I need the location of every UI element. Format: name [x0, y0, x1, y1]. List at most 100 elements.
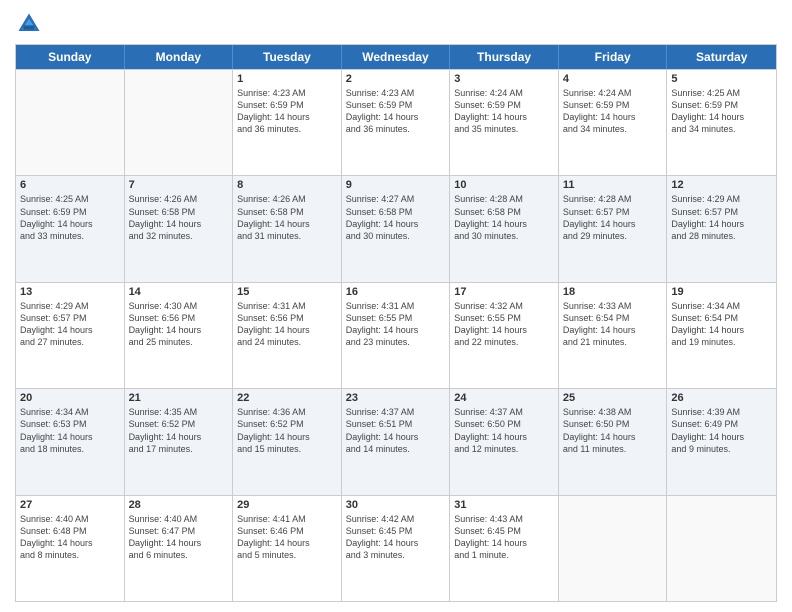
cell-info-7: Sunrise: 4:26 AM Sunset: 6:58 PM Dayligh… — [129, 193, 229, 242]
calendar: SundayMondayTuesdayWednesdayThursdayFrid… — [15, 44, 777, 602]
cell-info-13: Sunrise: 4:29 AM Sunset: 6:57 PM Dayligh… — [20, 300, 120, 349]
day-number-20: 20 — [20, 392, 120, 404]
day-cell-27: 27Sunrise: 4:40 AM Sunset: 6:48 PM Dayli… — [16, 496, 125, 601]
calendar-body: 1 Sunrise: 4:23 AM Sunset: 6:59 PM Daylig… — [16, 69, 776, 601]
cell-info-2: Sunrise: 4:23 AM Sunset: 6:59 PM Dayligh… — [346, 87, 446, 136]
cell-info-9: Sunrise: 4:27 AM Sunset: 6:58 PM Dayligh… — [346, 193, 446, 242]
calendar-row-1: 6 Sunrise: 4:25 AM Sunset: 6:59 PM Daylig… — [16, 175, 776, 281]
weekday-header-saturday: Saturday — [667, 45, 776, 69]
cell-info-18: Sunrise: 4:33 AM Sunset: 6:54 PM Dayligh… — [563, 300, 663, 349]
day-cell-3: 3 Sunrise: 4:24 AM Sunset: 6:59 PM Daylig… — [450, 70, 559, 175]
day-number-29: 29 — [237, 499, 337, 511]
cell-info-16: Sunrise: 4:31 AM Sunset: 6:55 PM Dayligh… — [346, 300, 446, 349]
day-cell-8: 8Sunrise: 4:26 AM Sunset: 6:58 PM Daylig… — [233, 176, 342, 281]
day-number-18: 18 — [563, 286, 663, 298]
day-cell-26: 26Sunrise: 4:39 AM Sunset: 6:49 PM Dayli… — [667, 389, 776, 494]
cell-info-14: Sunrise: 4:30 AM Sunset: 6:56 PM Dayligh… — [129, 300, 229, 349]
weekday-header-tuesday: Tuesday — [233, 45, 342, 69]
day-number-25: 25 — [563, 392, 663, 404]
cell-info-23: Sunrise: 4:37 AM Sunset: 6:51 PM Dayligh… — [346, 406, 446, 455]
day-cell-12: 12 Sunrise: 4:29 AM Sunset: 6:57 PM Dayli… — [667, 176, 776, 281]
cell-info-12: Sunrise: 4:29 AM Sunset: 6:57 PM Dayligh… — [671, 193, 772, 242]
day-cell-22: 22Sunrise: 4:36 AM Sunset: 6:52 PM Dayli… — [233, 389, 342, 494]
cell-info-24: Sunrise: 4:37 AM Sunset: 6:50 PM Dayligh… — [454, 406, 554, 455]
day-number-12: 12 — [671, 179, 772, 191]
day-number-21: 21 — [129, 392, 229, 404]
day-number-6: 6 — [20, 179, 120, 191]
calendar-row-4: 27Sunrise: 4:40 AM Sunset: 6:48 PM Dayli… — [16, 495, 776, 601]
day-cell-25: 25 Sunrise: 4:38 AM Sunset: 6:50 PM Dayli… — [559, 389, 668, 494]
cell-info-15: Sunrise: 4:31 AM Sunset: 6:56 PM Dayligh… — [237, 300, 337, 349]
weekday-header-sunday: Sunday — [16, 45, 125, 69]
cell-info-3: Sunrise: 4:24 AM Sunset: 6:59 PM Dayligh… — [454, 87, 554, 136]
cell-info-25: Sunrise: 4:38 AM Sunset: 6:50 PM Dayligh… — [563, 406, 663, 455]
cell-info-4: Sunrise: 4:24 AM Sunset: 6:59 PM Dayligh… — [563, 87, 663, 136]
cell-info-27: Sunrise: 4:40 AM Sunset: 6:48 PM Dayligh… — [20, 513, 120, 562]
day-cell-19: 19 Sunrise: 4:34 AM Sunset: 6:54 PM Dayli… — [667, 283, 776, 388]
page: SundayMondayTuesdayWednesdayThursdayFrid… — [0, 0, 792, 612]
day-number-14: 14 — [129, 286, 229, 298]
day-number-3: 3 — [454, 73, 554, 85]
day-number-31: 31 — [454, 499, 554, 511]
cell-info-1: Sunrise: 4:23 AM Sunset: 6:59 PM Dayligh… — [237, 87, 337, 136]
day-cell-13: 13 Sunrise: 4:29 AM Sunset: 6:57 PM Dayli… — [16, 283, 125, 388]
cell-info-30: Sunrise: 4:42 AM Sunset: 6:45 PM Dayligh… — [346, 513, 446, 562]
day-number-8: 8 — [237, 179, 337, 191]
day-cell-20: 20 Sunrise: 4:34 AM Sunset: 6:53 PM Dayli… — [16, 389, 125, 494]
day-number-26: 26 — [671, 392, 772, 404]
cell-info-19: Sunrise: 4:34 AM Sunset: 6:54 PM Dayligh… — [671, 300, 772, 349]
day-cell-14: 14 Sunrise: 4:30 AM Sunset: 6:56 PM Dayli… — [125, 283, 234, 388]
day-cell-1: 1 Sunrise: 4:23 AM Sunset: 6:59 PM Daylig… — [233, 70, 342, 175]
weekday-header-wednesday: Wednesday — [342, 45, 451, 69]
empty-cell-4-6 — [667, 496, 776, 601]
day-cell-7: 7 Sunrise: 4:26 AM Sunset: 6:58 PM Daylig… — [125, 176, 234, 281]
day-number-13: 13 — [20, 286, 120, 298]
day-number-9: 9 — [346, 179, 446, 191]
cell-info-22: Sunrise: 4:36 AM Sunset: 6:52 PM Dayligh… — [237, 406, 337, 455]
calendar-row-3: 20 Sunrise: 4:34 AM Sunset: 6:53 PM Dayli… — [16, 388, 776, 494]
day-number-15: 15 — [237, 286, 337, 298]
empty-cell-0-0 — [16, 70, 125, 175]
day-number-16: 16 — [346, 286, 446, 298]
logo-icon — [15, 10, 43, 38]
day-cell-23: 23 Sunrise: 4:37 AM Sunset: 6:51 PM Dayli… — [342, 389, 451, 494]
empty-cell-4-5 — [559, 496, 668, 601]
day-cell-9: 9 Sunrise: 4:27 AM Sunset: 6:58 PM Daylig… — [342, 176, 451, 281]
day-number-17: 17 — [454, 286, 554, 298]
cell-info-17: Sunrise: 4:32 AM Sunset: 6:55 PM Dayligh… — [454, 300, 554, 349]
day-number-24: 24 — [454, 392, 554, 404]
day-cell-31: 31Sunrise: 4:43 AM Sunset: 6:45 PM Dayli… — [450, 496, 559, 601]
day-number-5: 5 — [671, 73, 772, 85]
calendar-row-2: 13 Sunrise: 4:29 AM Sunset: 6:57 PM Dayli… — [16, 282, 776, 388]
day-number-2: 2 — [346, 73, 446, 85]
weekday-header-monday: Monday — [125, 45, 234, 69]
cell-info-6: Sunrise: 4:25 AM Sunset: 6:59 PM Dayligh… — [20, 193, 120, 242]
cell-info-28: Sunrise: 4:40 AM Sunset: 6:47 PM Dayligh… — [129, 513, 229, 562]
day-cell-17: 17 Sunrise: 4:32 AM Sunset: 6:55 PM Dayli… — [450, 283, 559, 388]
cell-info-29: Sunrise: 4:41 AM Sunset: 6:46 PM Dayligh… — [237, 513, 337, 562]
cell-info-5: Sunrise: 4:25 AM Sunset: 6:59 PM Dayligh… — [671, 87, 772, 136]
day-number-1: 1 — [237, 73, 337, 85]
day-number-7: 7 — [129, 179, 229, 191]
day-cell-29: 29 Sunrise: 4:41 AM Sunset: 6:46 PM Dayli… — [233, 496, 342, 601]
logo — [15, 10, 47, 38]
cell-info-10: Sunrise: 4:28 AM Sunset: 6:58 PM Dayligh… — [454, 193, 554, 242]
day-cell-10: 10Sunrise: 4:28 AM Sunset: 6:58 PM Dayli… — [450, 176, 559, 281]
calendar-header: SundayMondayTuesdayWednesdayThursdayFrid… — [16, 45, 776, 69]
day-number-28: 28 — [129, 499, 229, 511]
calendar-row-0: 1 Sunrise: 4:23 AM Sunset: 6:59 PM Daylig… — [16, 69, 776, 175]
day-number-4: 4 — [563, 73, 663, 85]
day-number-19: 19 — [671, 286, 772, 298]
cell-info-20: Sunrise: 4:34 AM Sunset: 6:53 PM Dayligh… — [20, 406, 120, 455]
cell-info-11: Sunrise: 4:28 AM Sunset: 6:57 PM Dayligh… — [563, 193, 663, 242]
empty-cell-0-1 — [125, 70, 234, 175]
day-cell-16: 16 Sunrise: 4:31 AM Sunset: 6:55 PM Dayli… — [342, 283, 451, 388]
day-number-30: 30 — [346, 499, 446, 511]
day-cell-15: 15 Sunrise: 4:31 AM Sunset: 6:56 PM Dayli… — [233, 283, 342, 388]
day-number-23: 23 — [346, 392, 446, 404]
day-cell-6: 6 Sunrise: 4:25 AM Sunset: 6:59 PM Daylig… — [16, 176, 125, 281]
day-cell-24: 24 Sunrise: 4:37 AM Sunset: 6:50 PM Dayli… — [450, 389, 559, 494]
cell-info-21: Sunrise: 4:35 AM Sunset: 6:52 PM Dayligh… — [129, 406, 229, 455]
weekday-header-thursday: Thursday — [450, 45, 559, 69]
header — [15, 10, 777, 38]
